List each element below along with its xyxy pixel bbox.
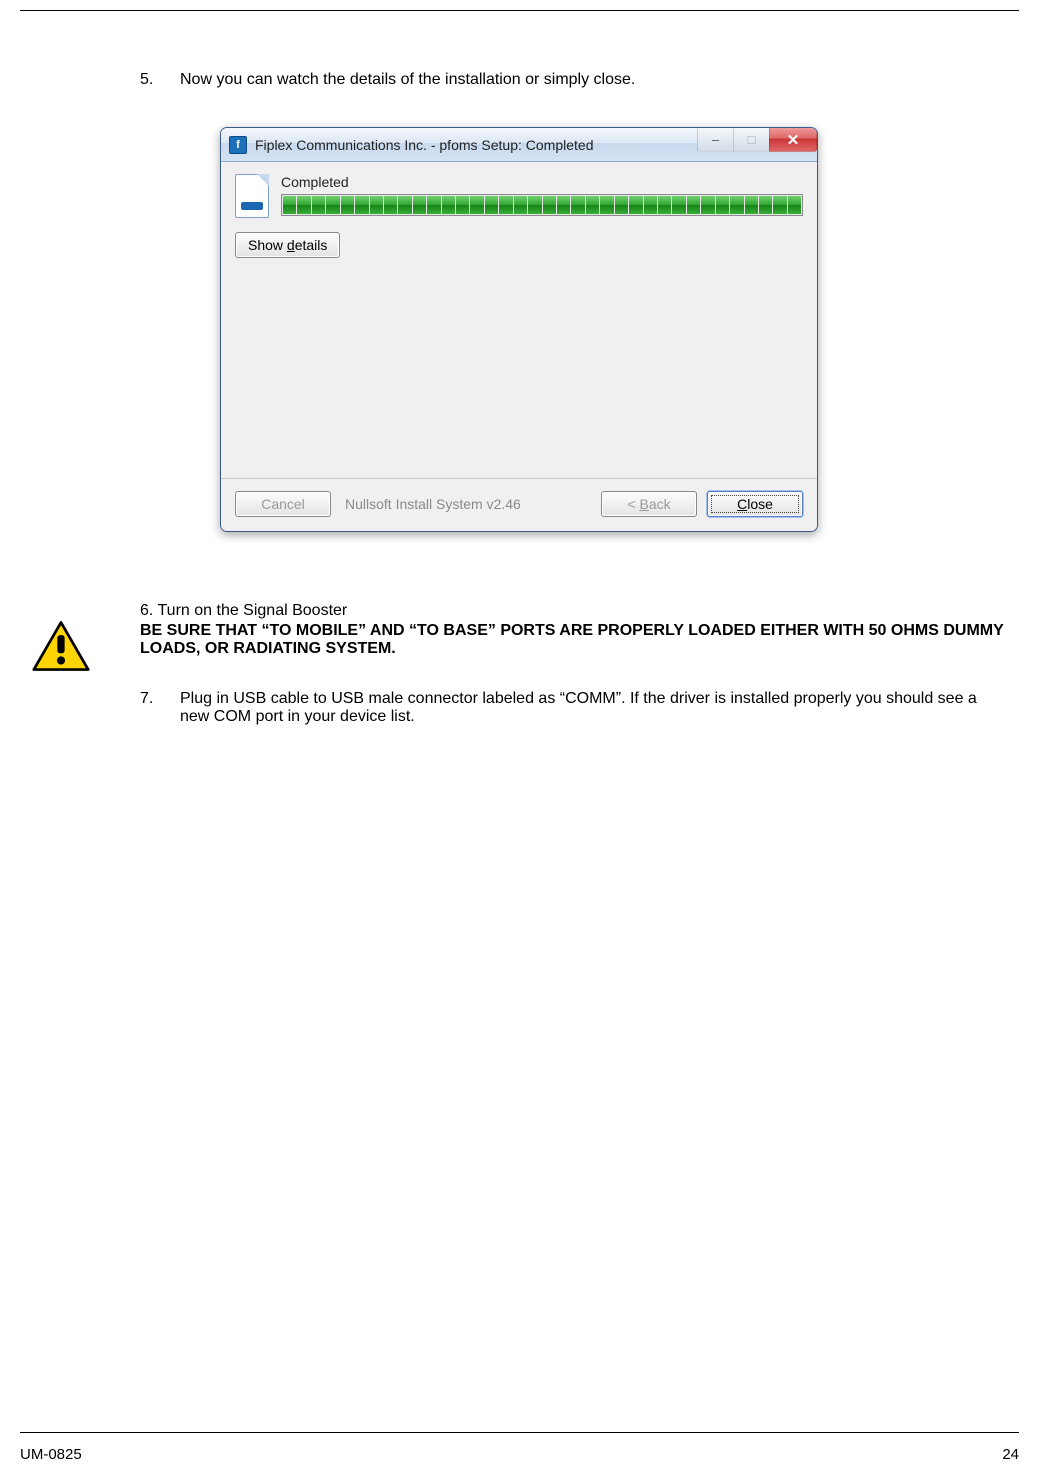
back-post: ack	[649, 496, 671, 512]
progress-segment	[297, 196, 310, 214]
progress-segment	[701, 196, 714, 214]
document-id: UM-0825	[20, 1446, 82, 1463]
progress-segment	[658, 196, 671, 214]
window-buttons: – □ ✕	[697, 128, 817, 161]
back-u: B	[639, 496, 648, 512]
progress-segment	[730, 196, 743, 214]
maximize-button: □	[733, 128, 769, 152]
titlebar: f Fiplex Communications Inc. - pfoms Set…	[221, 128, 817, 162]
main-content: 5. Now you can watch the details of the …	[140, 71, 1009, 726]
show-details-pre: Show	[248, 237, 287, 253]
warning-triangle-icon	[32, 620, 90, 672]
close-icon: ✕	[787, 131, 800, 149]
progress-segment	[687, 196, 700, 214]
progress-segment	[413, 196, 426, 214]
progress-segment	[788, 196, 801, 214]
progress-segment	[586, 196, 599, 214]
progress-segment	[427, 196, 440, 214]
step-number: 5.	[140, 71, 180, 89]
app-icon-letter: f	[236, 139, 240, 151]
progress-segment	[543, 196, 556, 214]
dialog-footer: Cancel Nullsoft Install System v2.46 < B…	[221, 479, 817, 531]
progress-segment	[629, 196, 642, 214]
dialog-body: Completed Show details	[221, 162, 817, 478]
progress-bar	[281, 194, 803, 216]
installer-screenshot: f Fiplex Communications Inc. - pfoms Set…	[220, 127, 1009, 532]
show-details-post: etails	[295, 237, 328, 253]
progress-segment	[398, 196, 411, 214]
step-7: 7. Plug in USB cable to USB male connect…	[140, 690, 1009, 726]
progress-segment	[514, 196, 527, 214]
progress-segment	[355, 196, 368, 214]
show-details-button[interactable]: Show details	[235, 232, 340, 258]
back-button: < Back	[601, 491, 697, 517]
progress-segment	[442, 196, 455, 214]
step-text: Now you can watch the details of the ins…	[180, 71, 1009, 89]
minimize-icon: –	[712, 132, 719, 147]
progress-segment	[716, 196, 729, 214]
step-5: 5. Now you can watch the details of the …	[140, 71, 1009, 89]
close-button[interactable]: Close	[707, 491, 803, 517]
page-number: 24	[1002, 1446, 1019, 1463]
step-text: Plug in USB cable to USB male connector …	[180, 690, 1009, 726]
step-6-title: 6. Turn on the Signal Booster	[140, 602, 1009, 620]
installer-system-label: Nullsoft Install System v2.46	[341, 496, 591, 512]
progress-segment	[499, 196, 512, 214]
window-close-button[interactable]: ✕	[769, 128, 817, 152]
app-icon: f	[229, 136, 247, 154]
status-label: Completed	[281, 174, 803, 190]
dialog-spacer	[235, 258, 803, 468]
show-details-u: d	[287, 237, 295, 253]
progress-segment	[644, 196, 657, 214]
progress-segment	[283, 196, 296, 214]
progress-segment	[759, 196, 772, 214]
bottom-horizontal-rule	[20, 1432, 1019, 1433]
window-title: Fiplex Communications Inc. - pfoms Setup…	[255, 137, 697, 153]
progress-segment	[745, 196, 758, 214]
progress-segment	[326, 196, 339, 214]
progress-segment	[485, 196, 498, 214]
install-file-icon	[235, 174, 269, 218]
close-u: C	[737, 496, 747, 512]
close-post: lose	[747, 496, 773, 512]
progress-segment	[312, 196, 325, 214]
progress-segment	[470, 196, 483, 214]
progress-segment	[615, 196, 628, 214]
maximize-icon: □	[748, 132, 756, 147]
progress-segment	[600, 196, 613, 214]
step-number: 7.	[140, 690, 180, 726]
progress-segment	[557, 196, 570, 214]
progress-area: Completed	[281, 174, 803, 216]
progress-segment	[672, 196, 685, 214]
minimize-button[interactable]: –	[697, 128, 733, 152]
progress-segment	[370, 196, 383, 214]
progress-segment	[384, 196, 397, 214]
progress-segment	[571, 196, 584, 214]
step-6-warning-text: BE SURE THAT “TO MOBILE” AND “TO BASE” P…	[140, 622, 1009, 658]
progress-segment	[341, 196, 354, 214]
progress-segment	[528, 196, 541, 214]
progress-segment	[773, 196, 786, 214]
back-pre: <	[627, 496, 639, 512]
top-horizontal-rule	[20, 10, 1019, 11]
cancel-button: Cancel	[235, 491, 331, 517]
page-footer: UM-0825 24	[20, 1446, 1019, 1463]
progress-segment	[456, 196, 469, 214]
document-page: 5. Now you can watch the details of the …	[0, 0, 1039, 1481]
step-6: 6. Turn on the Signal Booster BE SURE TH…	[140, 602, 1009, 658]
installer-dialog: f Fiplex Communications Inc. - pfoms Set…	[220, 127, 818, 532]
